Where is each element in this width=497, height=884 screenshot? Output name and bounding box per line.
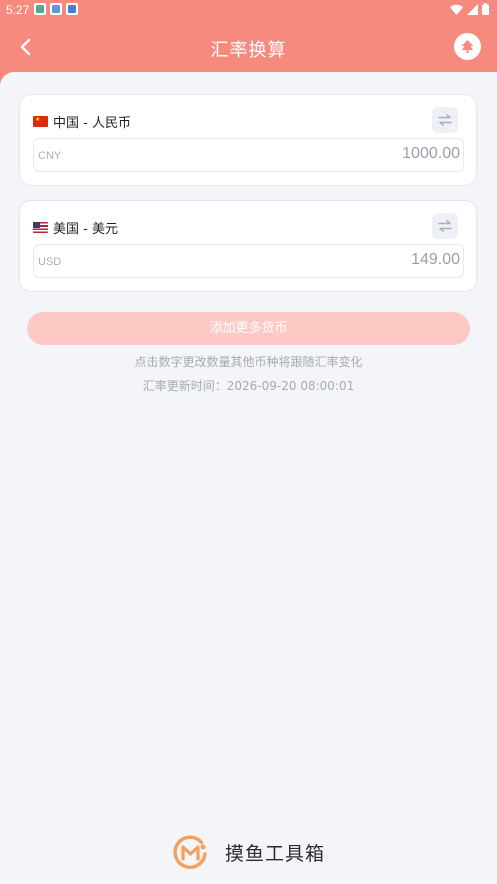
amount-value: 1000.00: [402, 145, 460, 162]
page-title: 汇率换算: [210, 40, 287, 61]
wifi-icon: [450, 4, 463, 15]
currency-name: 中国 - 人民币: [53, 116, 131, 131]
share-icon: [461, 40, 474, 53]
currency-header: ★ 中国 - 人民币: [33, 112, 131, 131]
share-button[interactable]: [454, 33, 481, 60]
system-icons: [450, 3, 489, 15]
swap-arrows-icon: [438, 114, 452, 126]
notification-icons: [34, 3, 78, 15]
update-time-text: 汇率更新时间：2026-09-20 08:00:01: [142, 379, 355, 393]
download-notification-icon: [66, 3, 78, 15]
add-currency-button[interactable]: 添加更多货币: [27, 312, 470, 345]
currency-header: 美国 - 美元: [33, 218, 118, 237]
usa-flag-icon: [33, 222, 48, 233]
currency-card-cny: ★ 中国 - 人民币 CNY 1000.00: [19, 94, 477, 186]
brand-logo-icon: [173, 835, 207, 869]
currency-code: USD: [38, 256, 62, 268]
china-flag-icon: ★: [33, 116, 48, 127]
amount-input[interactable]: CNY 1000.00: [33, 138, 464, 172]
signal-icon: [467, 3, 478, 15]
currency-card-usd: 美国 - 美元 USD 149.00: [19, 200, 477, 292]
currency-code: CNY: [38, 150, 62, 162]
hint-text: 点击数字更改数量其他币种将跟随汇率变化: [134, 355, 363, 369]
status-bar: 5:27: [0, 0, 497, 20]
currency-name: 美国 - 美元: [53, 222, 118, 237]
app-notification-icon: [34, 3, 46, 15]
battery-icon: [482, 3, 489, 15]
brand-name: 摸鱼工具箱: [224, 842, 325, 865]
amount-value: 149.00: [411, 251, 460, 268]
content-area: [0, 72, 497, 884]
swap-currency-button[interactable]: [432, 213, 458, 239]
navigation-bar: 汇率换算: [0, 22, 497, 72]
app-footer: 摸鱼工具箱: [0, 830, 497, 874]
app-notification-icon: [50, 3, 62, 15]
amount-input[interactable]: USD 149.00: [33, 244, 464, 278]
status-time: 5:27: [6, 3, 30, 17]
swap-currency-button[interactable]: [432, 107, 458, 133]
swap-arrows-icon: [438, 220, 452, 232]
